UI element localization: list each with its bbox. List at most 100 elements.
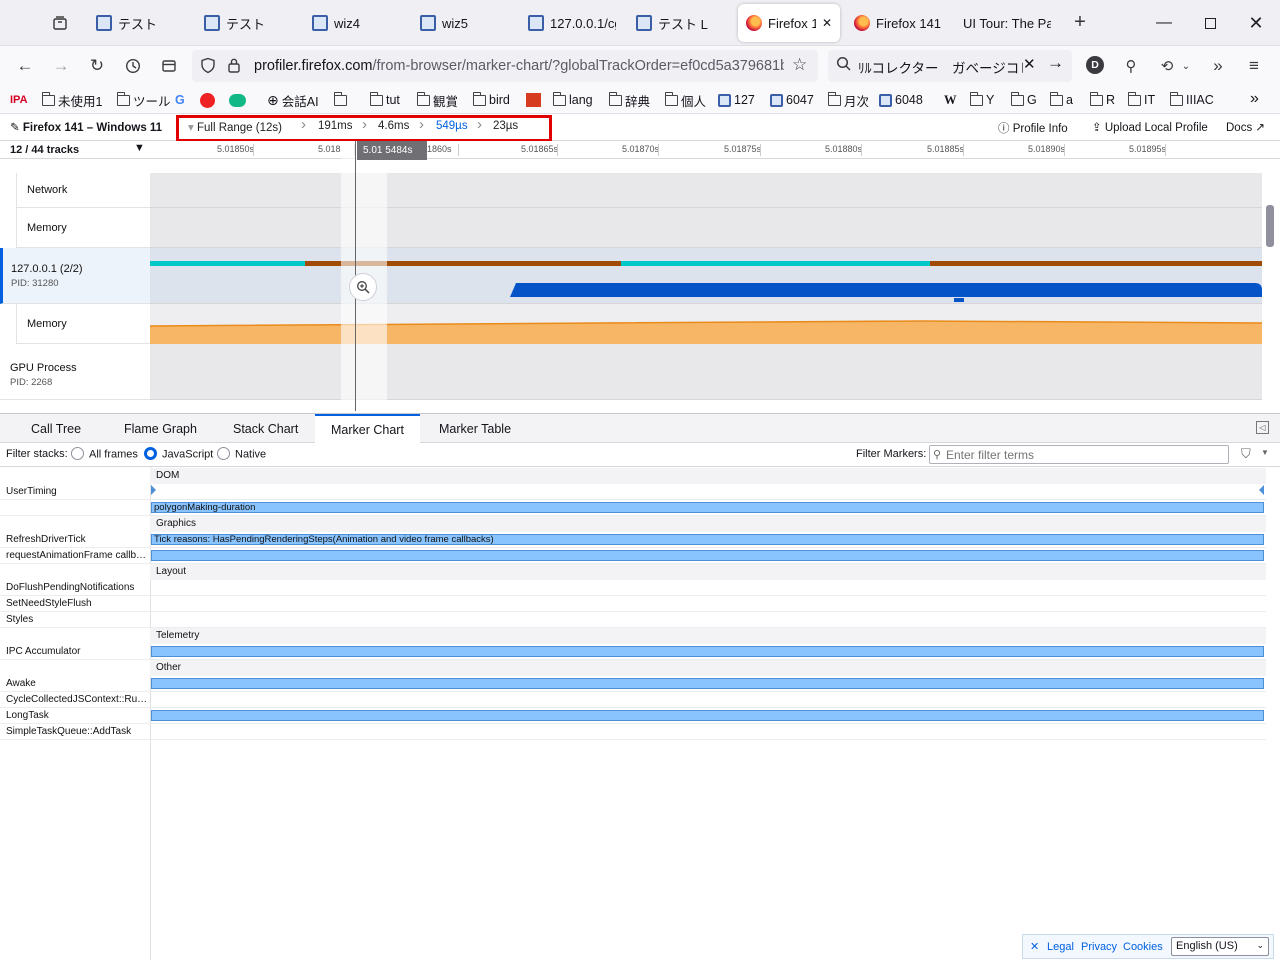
radio-native[interactable]	[217, 447, 230, 460]
marker-bar[interactable]	[151, 678, 1264, 689]
privacy-link[interactable]: Privacy	[1081, 941, 1117, 953]
bookmark-4[interactable]: G	[175, 91, 185, 109]
bookmark-11[interactable]: bird	[472, 91, 510, 109]
browser-tab-6[interactable]: テスト L	[628, 4, 732, 42]
language-select[interactable]: English (US) ⌄	[1171, 937, 1269, 956]
bookmark-16[interactable]: 127	[718, 91, 755, 109]
marker-row[interactable]: SimpleTaskQueue::AddTask	[0, 724, 1266, 740]
upload-profile-button[interactable]: ⇪ Upload Local Profile	[1092, 120, 1208, 134]
shield-icon[interactable]	[200, 57, 216, 78]
bookmark-13[interactable]: lang	[552, 91, 593, 109]
bookmark-15[interactable]: 個人	[664, 91, 706, 109]
search-box[interactable]: ﾘﾙコレクター ガベージコレクタ ✕ →	[828, 50, 1072, 82]
marker-bar[interactable]	[151, 710, 1264, 721]
bookmark-5[interactable]	[200, 91, 218, 109]
bookmark-3[interactable]: ツール	[116, 91, 171, 109]
hamburger-menu-icon[interactable]: ≡	[1240, 52, 1268, 80]
clear-search-icon[interactable]: ✕	[1023, 55, 1036, 73]
usertiming-start-marker[interactable]	[151, 485, 156, 495]
profile-avatar[interactable]: D	[1086, 56, 1104, 74]
overflow-icon[interactable]: »	[1204, 52, 1232, 80]
breadcrumb-item-4[interactable]: 549µs	[436, 120, 468, 132]
lock-icon[interactable]	[227, 57, 241, 78]
marker-row[interactable]: IPC Accumulator	[0, 644, 1266, 660]
bookmark-17[interactable]: 6047	[770, 91, 814, 109]
zoom-button[interactable]	[349, 273, 377, 301]
track-memory-2[interactable]: Memory	[16, 304, 150, 344]
marker-row[interactable]: SetNeedStyleFlush	[0, 596, 1266, 612]
marker-bar[interactable]	[151, 646, 1264, 657]
network-graph[interactable]	[150, 173, 1262, 208]
track-process[interactable]: 127.0.0.1 (2/2) PID: 31280	[0, 248, 150, 304]
bookmark-23[interactable]: a	[1049, 91, 1073, 109]
filter-all-frames[interactable]: All frames	[71, 447, 138, 461]
url-text[interactable]: profiler.firefox.com/from-browser/marker…	[254, 58, 784, 74]
filter-markers-input-box[interactable]: ⚲	[929, 445, 1229, 464]
sidebar-icon[interactable]	[155, 52, 183, 80]
bookmark-19[interactable]: 6048	[879, 91, 923, 109]
bookmark-20[interactable]: W	[944, 91, 957, 109]
browser-tab-3[interactable]: wiz4	[304, 4, 408, 42]
profile-title[interactable]: ✎ Firefox 141 – Windows 11	[10, 120, 162, 134]
forward-icon[interactable]: →	[47, 52, 75, 80]
gpu-graph[interactable]	[150, 344, 1262, 400]
tab-call-tree[interactable]: Call Tree	[15, 414, 97, 443]
close-window-icon[interactable]: ✕	[1233, 0, 1279, 46]
bookmark-8[interactable]	[333, 91, 350, 109]
memory-2-graph[interactable]	[150, 304, 1262, 344]
breadcrumb-item-3[interactable]: 4.6ms	[378, 120, 409, 132]
maximize-icon[interactable]	[1187, 0, 1233, 46]
history-icon[interactable]	[119, 52, 147, 80]
browser-tab-4[interactable]: wiz5	[412, 4, 516, 42]
extensions-icon[interactable]: ⚲	[1117, 52, 1145, 80]
marker-row[interactable]: UserTiming	[0, 484, 1266, 500]
bookmark-2[interactable]: 未使用1	[41, 91, 102, 109]
filter-native[interactable]: Native	[217, 447, 266, 461]
track-network[interactable]: Network	[16, 173, 150, 208]
memory-graph[interactable]	[150, 208, 1262, 248]
bookmark-14[interactable]: 辞典	[608, 91, 650, 109]
bookmark-1[interactable]: IPA	[10, 91, 28, 109]
marker-row[interactable]: CycleCollectedJSContext::Ru…	[0, 692, 1266, 708]
bookmark-9[interactable]: tut	[369, 91, 400, 109]
marker-row[interactable]: RefreshDriverTick Tick reasons: HasPendin…	[0, 532, 1266, 548]
filter-funnel-icon[interactable]: ⛉	[1241, 446, 1251, 462]
marker-bar[interactable]: polygonMaking-duration	[151, 502, 1264, 513]
docs-link[interactable]: Docs ↗	[1226, 120, 1265, 134]
url-bar[interactable]: profiler.firefox.com/from-browser/marker…	[192, 50, 818, 82]
tab-flame-graph[interactable]: Flame Graph	[108, 414, 213, 443]
timeline-scrollbar[interactable]	[1266, 205, 1274, 247]
bookmark-18[interactable]: 月次	[827, 91, 869, 109]
marker-bar[interactable]	[151, 550, 1264, 561]
reload-icon[interactable]: ↻	[83, 52, 111, 80]
process-activity-graph[interactable]	[150, 248, 1262, 304]
marker-bar[interactable]: Tick reasons: HasPendingRenderingSteps(A…	[151, 534, 1264, 545]
radio-javascript[interactable]	[144, 447, 157, 460]
tab-stack-chart[interactable]: Stack Chart	[217, 414, 314, 443]
bookmark-6[interactable]	[229, 91, 249, 109]
browser-tab-9[interactable]: UI Tour: The Pan	[955, 4, 1059, 42]
bookmark-26[interactable]: IIIAC	[1169, 91, 1214, 109]
filter-markers-input[interactable]	[946, 447, 1224, 462]
browser-tab-5[interactable]: 127.0.0.1/cgi	[520, 4, 624, 42]
tab-overview-icon[interactable]	[48, 11, 72, 35]
marker-row[interactable]: LongTask	[0, 708, 1266, 724]
track-memory[interactable]: Memory	[16, 208, 150, 248]
browser-tab-8[interactable]: Firefox 141 -	[846, 4, 950, 42]
filter-javascript[interactable]: JavaScript	[144, 447, 213, 461]
bookmark-star-icon[interactable]: ☆	[792, 55, 807, 75]
radio-all-frames[interactable]	[71, 447, 84, 460]
marker-row[interactable]: Styles	[0, 612, 1266, 628]
minimize-icon[interactable]: —	[1141, 0, 1187, 46]
bookmark-22[interactable]: G	[1010, 91, 1037, 109]
chevron-down-icon[interactable]: ⌄	[1178, 52, 1194, 80]
usertiming-end-marker[interactable]	[1259, 485, 1264, 495]
legal-link[interactable]: Legal	[1047, 941, 1074, 953]
back-icon[interactable]: ←	[11, 52, 39, 80]
track-gpu-process[interactable]: GPU Process PID: 2268	[0, 344, 150, 400]
sync-icon[interactable]: ⟲	[1153, 52, 1181, 80]
breadcrumb-item-1[interactable]: ▾ Full Range (12s)	[188, 120, 282, 134]
bookmark-24[interactable]: R	[1089, 91, 1115, 109]
bookmark-7[interactable]: ⊕ 会話AI	[267, 91, 319, 109]
filter-chevron-icon[interactable]: ▼	[1261, 448, 1269, 457]
